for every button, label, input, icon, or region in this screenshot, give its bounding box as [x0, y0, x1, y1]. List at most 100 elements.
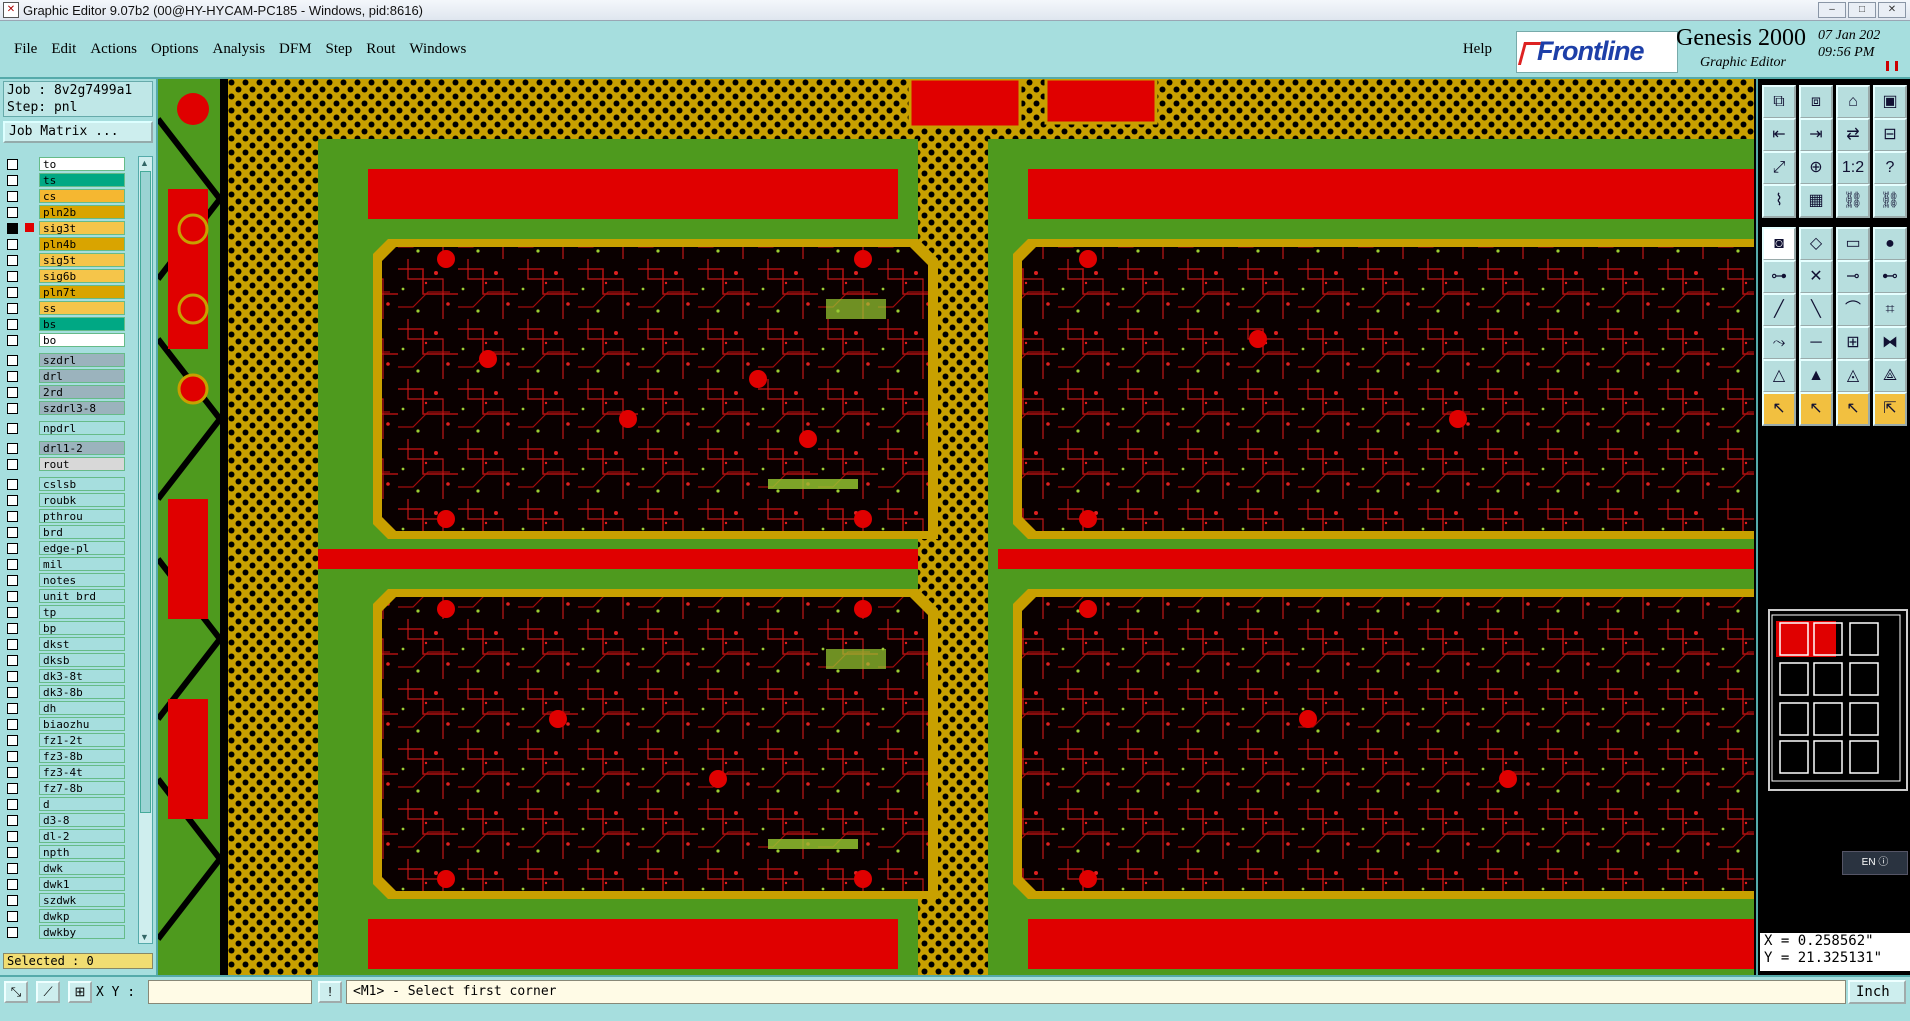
- arc-icon[interactable]: ⌒: [1836, 293, 1870, 327]
- net-icon[interactable]: ⛓: [1836, 184, 1870, 218]
- layer-row[interactable]: ts: [3, 172, 125, 188]
- layer-row[interactable]: cslsb: [3, 476, 125, 492]
- pointer-select-icon[interactable]: ↖: [1799, 392, 1833, 426]
- layer-row[interactable]: roubk: [3, 492, 125, 508]
- layer-checkbox[interactable]: [7, 335, 18, 346]
- layer-row[interactable]: sig3t: [3, 220, 125, 236]
- layer-row[interactable]: dh: [3, 700, 125, 716]
- layer-name[interactable]: mil: [39, 557, 125, 571]
- group-icon[interactable]: ⧓: [1873, 326, 1907, 360]
- layer-row[interactable]: fz1-2t: [3, 732, 125, 748]
- snap-icon[interactable]: ⤡: [4, 981, 28, 1003]
- menu-windows[interactable]: Windows: [409, 41, 466, 58]
- layer-name[interactable]: pln4b: [39, 237, 125, 251]
- layer-name[interactable]: drl: [39, 369, 125, 383]
- layer-name[interactable]: ts: [39, 173, 125, 187]
- window-icon[interactable]: ▣: [1873, 85, 1907, 119]
- node-icon[interactable]: ⊶: [1762, 260, 1796, 294]
- pointer-multi-icon[interactable]: ⇱: [1873, 392, 1907, 426]
- layer-name[interactable]: d3-8: [39, 813, 125, 827]
- grid-icon[interactable]: ▦: [1799, 184, 1833, 218]
- layer-row[interactable]: dwkp: [3, 908, 125, 924]
- layer-checkbox[interactable]: [7, 879, 18, 890]
- layer-checkbox[interactable]: [7, 655, 18, 666]
- layer-name[interactable]: dk3-8b: [39, 685, 125, 699]
- layer-name[interactable]: fz3-4t: [39, 765, 125, 779]
- scroll-up-icon[interactable]: ▲: [140, 158, 149, 168]
- layer-row[interactable]: dk3-8b: [3, 684, 125, 700]
- scroll-down-icon[interactable]: ▼: [140, 932, 149, 942]
- maximize-button[interactable]: □: [1848, 2, 1876, 18]
- layer-row[interactable]: rout: [3, 456, 125, 472]
- layer-checkbox[interactable]: [7, 591, 18, 602]
- graphic-canvas[interactable]: [158, 79, 1754, 975]
- layer-name[interactable]: dwkby: [39, 925, 125, 939]
- layer-name[interactable]: sig3t: [39, 221, 125, 235]
- layer-row[interactable]: edge-pl: [3, 540, 125, 556]
- layer-name[interactable]: 2rd: [39, 385, 125, 399]
- layer-checkbox[interactable]: [7, 423, 18, 434]
- layer-checkbox[interactable]: [7, 831, 18, 842]
- job-matrix-button[interactable]: Job Matrix ...: [3, 121, 153, 143]
- layer-checkbox[interactable]: [7, 495, 18, 506]
- layer-checkbox[interactable]: [7, 751, 18, 762]
- move-left-icon[interactable]: ⇤: [1762, 118, 1796, 152]
- paste-layer-icon[interactable]: ⧈: [1799, 85, 1833, 119]
- dot-icon[interactable]: ●: [1873, 227, 1907, 261]
- menu-dfm[interactable]: DFM: [279, 41, 312, 58]
- minimize-button[interactable]: –: [1818, 2, 1846, 18]
- home-icon[interactable]: ⌂: [1836, 85, 1870, 119]
- layer-name[interactable]: bo: [39, 333, 125, 347]
- layer-name[interactable]: notes: [39, 573, 125, 587]
- layer-name[interactable]: d: [39, 797, 125, 811]
- layer-name[interactable]: dkst: [39, 637, 125, 651]
- layer-name[interactable]: tp: [39, 605, 125, 619]
- layer-checkbox[interactable]: [7, 671, 18, 682]
- layer-row[interactable]: to: [3, 156, 125, 172]
- layer-name[interactable]: pln2b: [39, 205, 125, 219]
- layer-checkbox[interactable]: [7, 175, 18, 186]
- layer-row[interactable]: d3-8: [3, 812, 125, 828]
- zoom-fit-icon[interactable]: ⤢: [1762, 151, 1796, 185]
- layer-row[interactable]: fz3-4t: [3, 764, 125, 780]
- layer-row[interactable]: pthrou: [3, 508, 125, 524]
- layer-name[interactable]: rout: [39, 457, 125, 471]
- layer-name[interactable]: pthrou: [39, 509, 125, 523]
- layer-checkbox[interactable]: [7, 319, 18, 330]
- layer-name[interactable]: dl-2: [39, 829, 125, 843]
- split-icon[interactable]: ⊟: [1873, 118, 1907, 152]
- layer-name[interactable]: bs: [39, 317, 125, 331]
- layer-checkbox[interactable]: [7, 639, 18, 650]
- layer-row[interactable]: dk3-8t: [3, 668, 125, 684]
- menu-file[interactable]: File: [14, 41, 37, 58]
- layer-name[interactable]: sig5t: [39, 253, 125, 267]
- menu-analysis[interactable]: Analysis: [213, 41, 266, 58]
- layer-checkbox[interactable]: [7, 479, 18, 490]
- menu-edit[interactable]: Edit: [51, 41, 76, 58]
- layer-name[interactable]: dwk: [39, 861, 125, 875]
- layer-row[interactable]: unit_brd: [3, 588, 125, 604]
- pointer-edit-icon[interactable]: ↖: [1836, 392, 1870, 426]
- close-button[interactable]: ✕: [1878, 2, 1906, 18]
- layer-row[interactable]: bs: [3, 316, 125, 332]
- layer-row[interactable]: tp: [3, 604, 125, 620]
- layer-row[interactable]: sig6b: [3, 268, 125, 284]
- net2-icon[interactable]: ⛓: [1873, 184, 1907, 218]
- layer-row[interactable]: dl-2: [3, 828, 125, 844]
- layer-checkbox[interactable]: [7, 191, 18, 202]
- layer-row[interactable]: pln4b: [3, 236, 125, 252]
- layer-name[interactable]: dwkp: [39, 909, 125, 923]
- layer-row[interactable]: ss: [3, 300, 125, 316]
- layer-row[interactable]: cs: [3, 188, 125, 204]
- layer-row[interactable]: bp: [3, 620, 125, 636]
- layer-row[interactable]: pln7t: [3, 284, 125, 300]
- layer-name[interactable]: cs: [39, 189, 125, 203]
- menu-rout[interactable]: Rout: [366, 41, 395, 58]
- layer-checkbox[interactable]: [7, 607, 18, 618]
- layer-checkbox[interactable]: [7, 799, 18, 810]
- layer-checkbox[interactable]: [7, 623, 18, 634]
- layer-name[interactable]: dk3-8t: [39, 669, 125, 683]
- layer-checkbox[interactable]: [7, 239, 18, 250]
- route-icon[interactable]: ⤳: [1762, 326, 1796, 360]
- layer-name[interactable]: ss: [39, 301, 125, 315]
